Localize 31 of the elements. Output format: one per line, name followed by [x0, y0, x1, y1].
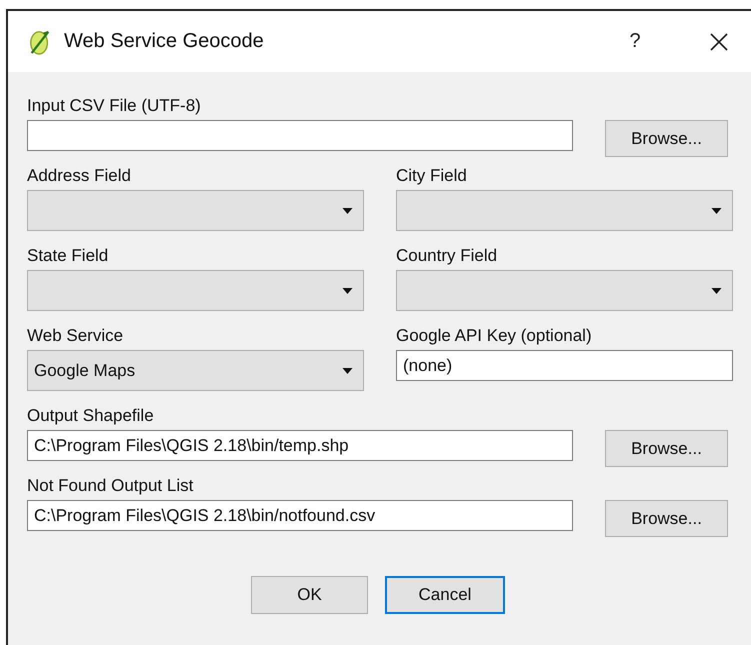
field-label: Country Field	[396, 246, 498, 266]
dropdown[interactable]	[396, 190, 733, 231]
field-label: City Field	[396, 166, 468, 186]
help-button[interactable]: ?	[613, 22, 657, 62]
path-field[interactable]: C:\Program Files\QGIS 2.18\bin/notfound.csv	[27, 500, 573, 531]
path-field[interactable]: C:\Program Files\QGIS 2.18\bin/temp.shp	[27, 430, 573, 461]
api-key-field[interactable]: (none)	[396, 350, 733, 381]
caret-icon	[342, 208, 353, 214]
field-label: State Field	[27, 246, 110, 266]
dropdown[interactable]	[396, 270, 733, 311]
browse-button[interactable]: Browse...	[605, 120, 728, 157]
ok-button[interactable]: OK	[251, 576, 368, 614]
caret-icon	[711, 208, 722, 214]
dropdown[interactable]	[27, 270, 364, 311]
close-icon	[709, 32, 729, 52]
caret-icon	[342, 288, 353, 294]
field-label: Google API Key (optional)	[396, 326, 593, 346]
field-label: Input CSV File (UTF-8)	[27, 96, 202, 116]
dropdown[interactable]	[27, 190, 364, 231]
caret-icon	[711, 288, 722, 294]
field-label: Address Field	[27, 166, 132, 186]
field-label: Web Service	[27, 326, 124, 346]
path-field[interactable]	[27, 120, 573, 151]
field-label: Output Shapefile	[27, 406, 155, 426]
field-label: Not Found Output List	[27, 476, 194, 496]
browse-button[interactable]: Browse...	[605, 500, 728, 537]
window-title: Web Service Geocode	[64, 30, 264, 53]
dropdown[interactable]: Google Maps	[27, 350, 364, 391]
cancel-button[interactable]: Cancel	[385, 576, 505, 614]
browse-button[interactable]: Browse...	[605, 430, 728, 467]
caret-icon	[342, 368, 353, 374]
